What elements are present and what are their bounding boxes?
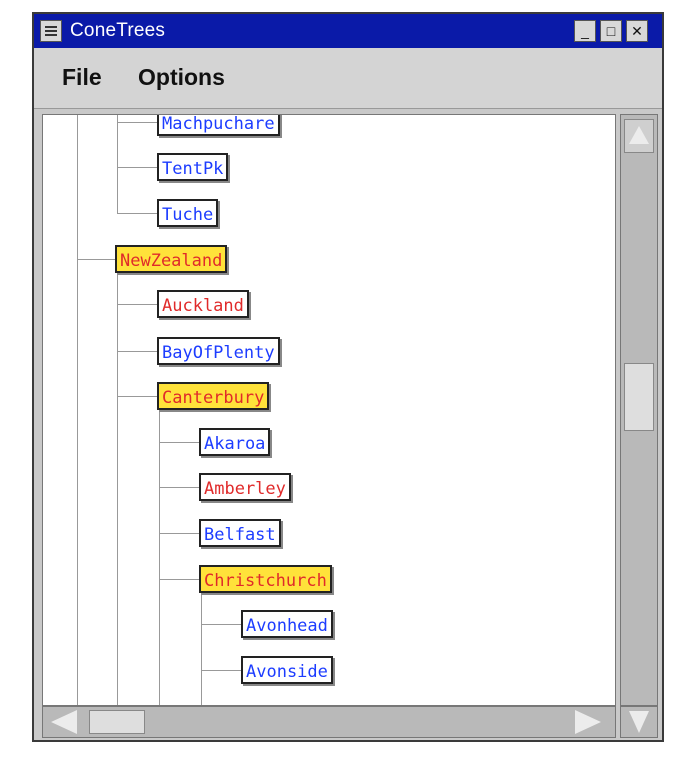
- horizontal-scrollbar[interactable]: [42, 706, 616, 738]
- minimize-icon[interactable]: _: [574, 20, 596, 42]
- horizontal-scroll-thumb[interactable]: [89, 710, 145, 734]
- tree-connector: [117, 304, 157, 305]
- tree-node-avonside[interactable]: Avonside: [241, 656, 333, 684]
- tree-node-tentpk[interactable]: TentPk: [157, 153, 229, 181]
- tree-folder-christchurch[interactable]: Christchurch: [199, 565, 332, 593]
- tree-connector: [77, 259, 115, 260]
- tree-connector: [117, 351, 157, 352]
- window-title: ConeTrees: [70, 20, 166, 41]
- tree-connector: [159, 410, 160, 705]
- tree-node-belfast[interactable]: Belfast: [199, 519, 281, 547]
- tree-view[interactable]: Machpuchare TentPk Tuche NewZealand Auck…: [42, 114, 616, 706]
- tree-connector: [117, 273, 118, 705]
- tree-node-amberley[interactable]: Amberley: [199, 473, 291, 501]
- tree-connector: [117, 396, 157, 397]
- tree-folder-canterbury[interactable]: Canterbury: [157, 382, 270, 410]
- scroll-down-arrow-icon[interactable]: [620, 706, 658, 738]
- vertical-scroll-thumb[interactable]: [624, 363, 654, 431]
- tree-connector: [201, 624, 241, 625]
- menu-file[interactable]: File: [62, 64, 102, 91]
- tree-node-auckland[interactable]: Auckland: [157, 290, 249, 318]
- tree-connector: [201, 593, 202, 705]
- tree-connector: [117, 115, 118, 213]
- menu-options[interactable]: Options: [138, 64, 225, 91]
- tree-connector: [117, 213, 157, 214]
- menu-bar: File Options: [34, 48, 662, 109]
- scroll-up-arrow-icon[interactable]: [624, 119, 654, 153]
- tree-connector: [159, 579, 199, 580]
- tree-connector: [77, 115, 78, 705]
- tree-node-avonhead[interactable]: Avonhead: [241, 610, 333, 638]
- scroll-right-arrow-icon[interactable]: [571, 710, 605, 734]
- maximize-icon[interactable]: □: [600, 20, 622, 42]
- tree-node-bayofplenty[interactable]: BayOfPlenty: [157, 337, 280, 365]
- title-bar[interactable]: ConeTrees _ □ ✕: [34, 14, 662, 48]
- tree-node-akaroa[interactable]: Akaroa: [199, 428, 271, 456]
- tree-node-machpuchare[interactable]: Machpuchare: [157, 115, 280, 136]
- tree-folder-newzealand[interactable]: NewZealand: [115, 245, 228, 273]
- tree-connector: [201, 670, 241, 671]
- tree-node-tuche[interactable]: Tuche: [157, 199, 219, 227]
- close-icon[interactable]: ✕: [626, 20, 648, 42]
- tree-connector: [159, 487, 199, 488]
- tree-connector: [159, 533, 199, 534]
- vertical-scrollbar[interactable]: [620, 114, 658, 706]
- scroll-left-arrow-icon[interactable]: [49, 710, 83, 734]
- tree-connector: [159, 442, 199, 443]
- tree-connector: [117, 167, 157, 168]
- system-menu-icon[interactable]: [40, 20, 62, 42]
- tree-connector: [117, 122, 157, 123]
- conetrees-window: ConeTrees _ □ ✕ File Options Machpuchare…: [32, 12, 664, 742]
